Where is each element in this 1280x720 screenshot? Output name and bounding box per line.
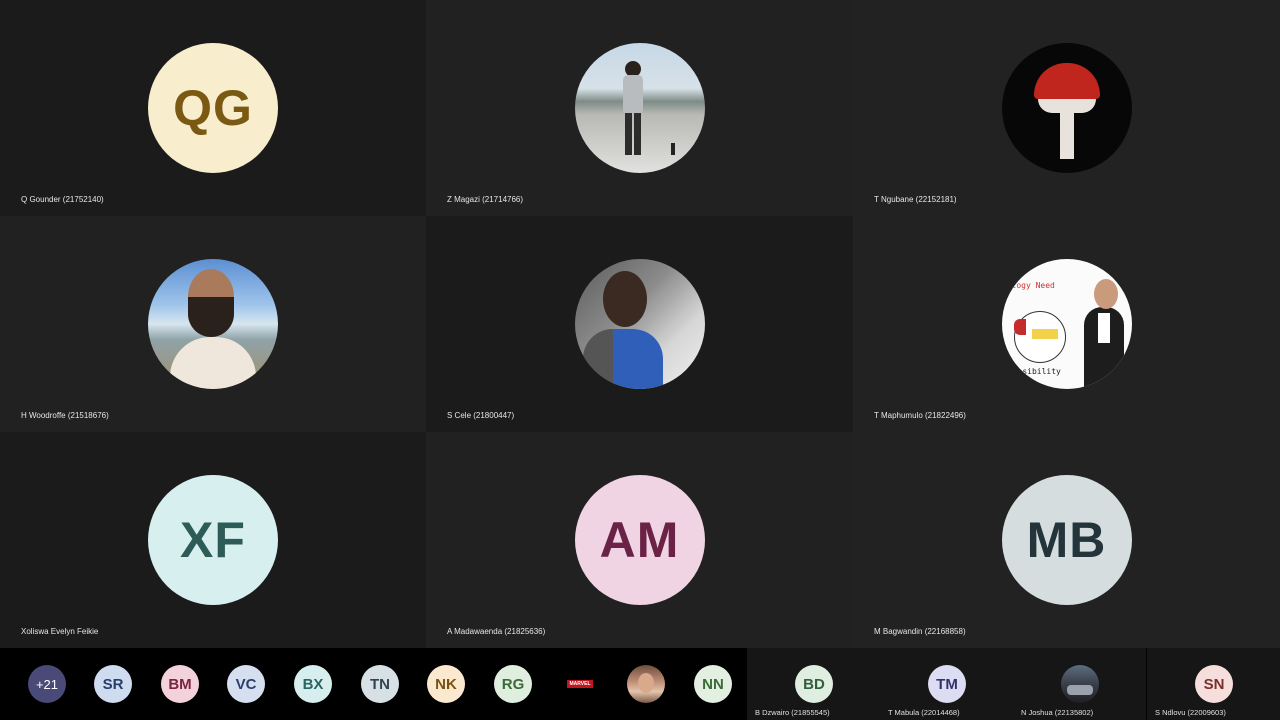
strip-avatar[interactable]: TN [361, 665, 399, 703]
avatar: XF [148, 475, 278, 605]
avatar-photo [148, 259, 278, 389]
avatar: MB [1001, 475, 1132, 605]
strip-avatar[interactable]: BX [294, 665, 332, 703]
participant-name: S Ndlovu (22009603) [1155, 708, 1226, 717]
strip-avatar-photo[interactable] [627, 665, 665, 703]
participant-name: Xoliswa Evelyn Feikie [21, 627, 99, 636]
strip-avatar[interactable]: NN [694, 665, 732, 703]
participant-tile[interactable]: MB M Bagwandin (22168858) [853, 432, 1280, 648]
participant-mini-tile[interactable]: BD B Dzwairo (21855545) [747, 648, 880, 720]
participant-strip: +21 SR BM VC BX TN NK RG MARVEL NN BD B … [0, 648, 1280, 720]
participant-tile[interactable]: S Cele (21800447) [426, 216, 853, 432]
slide-text: asibility [1017, 367, 1061, 376]
video-grid: QG Q Gounder (21752140) Z Magazi (217147… [0, 0, 1280, 648]
participant-name: M Bagwandin (22168858) [874, 627, 966, 636]
avatar: BD [795, 665, 833, 703]
participant-name: T Maphumulo (21822496) [874, 411, 966, 420]
avatar-strip: +21 SR BM VC BX TN NK RG MARVEL NN [0, 648, 747, 720]
participant-name: T Ngubane (22152181) [874, 195, 957, 204]
marvel-logo: MARVEL [567, 680, 593, 688]
participant-name: A Madawaenda (21825636) [447, 627, 546, 636]
participant-name: B Dzwairo (21855545) [755, 708, 830, 717]
participant-tile[interactable]: H Woodroffe (21518676) [0, 216, 426, 432]
participant-name: Z Magazi (21714766) [447, 195, 524, 204]
participant-mini-tile[interactable]: SN S Ndlovu (22009603) [1147, 648, 1280, 720]
avatar-photo [1001, 43, 1132, 173]
avatar-photo [574, 259, 705, 389]
avatar: QG [148, 43, 278, 173]
participant-name: Q Gounder (21752140) [21, 195, 104, 204]
participant-tile[interactable]: Z Magazi (21714766) [426, 0, 853, 216]
avatar-photo [1061, 665, 1099, 703]
participant-tile[interactable]: T Ngubane (22152181) [853, 0, 1280, 216]
participant-name: H Woodroffe (21518676) [21, 411, 109, 420]
participant-mini-tile[interactable]: TM T Mabula (22014468) [880, 648, 1013, 720]
participant-tile[interactable]: QG Q Gounder (21752140) [0, 0, 426, 216]
strip-avatar[interactable]: BM [161, 665, 199, 703]
strip-avatar[interactable]: RG [494, 665, 532, 703]
avatar: AM [574, 475, 705, 605]
strip-avatar[interactable]: NK [427, 665, 465, 703]
marvel-logo-avatar[interactable]: MARVEL [561, 665, 599, 703]
strip-avatar[interactable]: SR [94, 665, 132, 703]
slide-text: logy Need [1011, 281, 1055, 290]
avatar: SN [1195, 665, 1233, 703]
participant-tile[interactable]: AM A Madawaenda (21825636) [426, 432, 853, 648]
avatar-photo: logy Need asibility [1001, 259, 1132, 389]
participant-tile[interactable]: XF Xoliswa Evelyn Feikie [0, 432, 426, 648]
strip-avatar[interactable]: VC [227, 665, 265, 703]
participant-tile[interactable]: logy Need asibility T Maphumulo (2182249… [853, 216, 1280, 432]
more-participants-button[interactable]: +21 [28, 665, 66, 703]
participant-name: N Joshua (22135802) [1021, 708, 1094, 717]
avatar-photo [574, 43, 705, 173]
participant-name: T Mabula (22014468) [888, 708, 960, 717]
participant-name: S Cele (21800447) [447, 411, 515, 420]
avatar: TM [928, 665, 966, 703]
participant-mini-tile[interactable]: N Joshua (22135802) [1013, 648, 1146, 720]
